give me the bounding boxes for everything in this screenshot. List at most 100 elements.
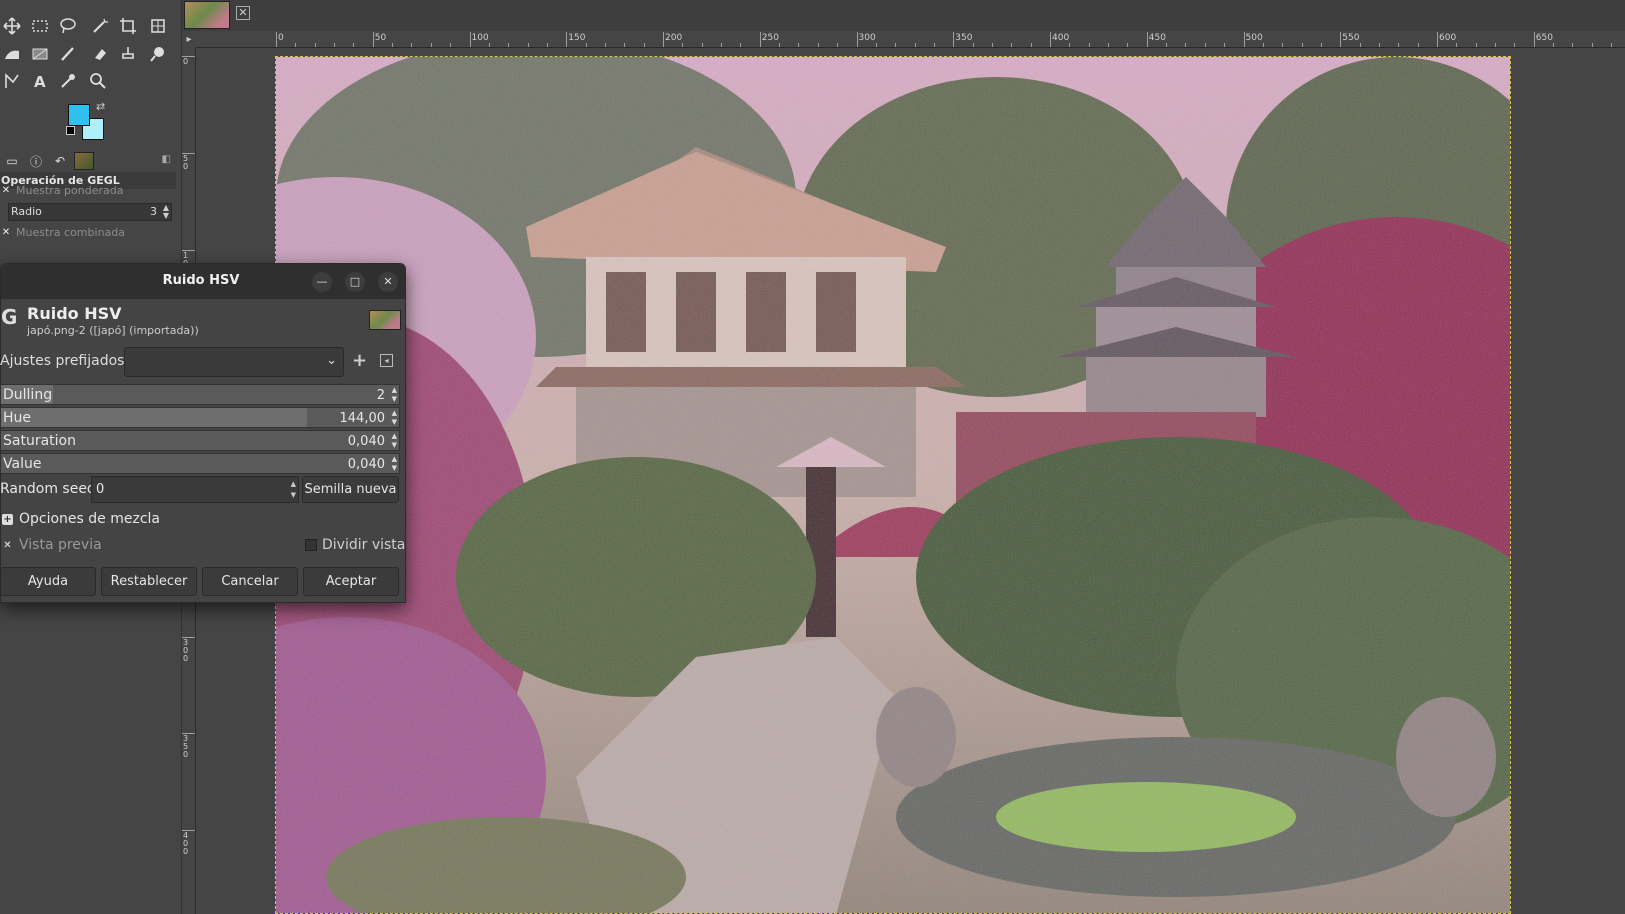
image-canvas[interactable] <box>275 56 1511 914</box>
split-view-toggle[interactable]: Dividir vista <box>305 537 405 553</box>
images-tab-icon[interactable] <box>74 152 94 170</box>
weighted-sample-label: Muestra ponderada <box>16 184 124 197</box>
spin-arrows-icon[interactable]: ▲ ▼ <box>392 455 397 473</box>
ruler-minor-tick <box>1108 43 1110 47</box>
crop-icon[interactable] <box>116 14 140 38</box>
gradient-icon[interactable] <box>28 42 52 66</box>
paths-icon[interactable] <box>0 69 24 93</box>
checkbox-icon[interactable]: ✕ <box>0 227 12 239</box>
ruler-minor-tick <box>604 43 606 47</box>
slider-label: Value <box>3 456 42 472</box>
ruler-label: 450 <box>1148 33 1166 43</box>
warp-icon[interactable] <box>0 42 24 66</box>
slider-fill <box>1 408 308 427</box>
weighted-sample-option[interactable]: ✕ Muestra ponderada <box>0 182 176 200</box>
default-colors-icon[interactable] <box>66 126 75 135</box>
cancel-button[interactable]: Cancelar <box>202 567 298 596</box>
close-icon[interactable]: ✕ <box>378 272 398 292</box>
blend-options-expander[interactable]: + Opciones de mezcla <box>2 511 160 527</box>
seed-label: Random seed <box>0 481 96 497</box>
ruler-tick <box>856 32 858 47</box>
combined-sample-option[interactable]: ✕ Muestra combinada <box>0 224 176 242</box>
preview-toggle[interactable]: ✕ Vista previa <box>2 537 101 553</box>
ruler-label: 0 <box>183 57 189 66</box>
reset-button[interactable]: Restablecer <box>101 567 197 596</box>
color-selector[interactable]: ⇄ <box>66 100 116 145</box>
expand-plus-icon: + <box>2 513 13 525</box>
spin-arrows-icon[interactable]: ▲ ▼ <box>291 479 296 501</box>
text-tool-icon[interactable]: A <box>28 69 52 93</box>
paintbrush-icon[interactable] <box>56 42 80 66</box>
ruler-minor-tick <box>1359 43 1361 47</box>
help-button[interactable]: Ayuda <box>0 567 96 596</box>
ruler-minor-tick <box>430 43 432 47</box>
spin-arrows-icon[interactable]: ▲ ▼ <box>392 409 397 427</box>
presets-dropdown[interactable]: ⌄ <box>124 347 344 377</box>
slider-value: 2 <box>376 388 385 403</box>
ruler-label: 400 <box>183 831 189 856</box>
radius-label: Radio <box>11 205 42 218</box>
rect-select-icon[interactable] <box>28 14 52 38</box>
ruler-label: 350 <box>183 734 189 760</box>
dialog-titlebar[interactable]: Ruido HSV — □ ✕ <box>1 264 405 299</box>
seed-input[interactable]: 0 ▲ ▼ <box>91 476 299 503</box>
preset-menu-icon[interactable]: ◂ <box>380 354 393 367</box>
undo-history-tab-icon[interactable]: ↶ <box>50 152 70 170</box>
checkbox-icon[interactable] <box>305 539 317 551</box>
saturation-slider[interactable]: Saturation 0,040 ▲ ▼ <box>0 430 400 451</box>
ruler-minor-tick <box>1320 43 1322 47</box>
ruler-label: 350 <box>955 33 973 43</box>
add-preset-icon[interactable]: + <box>352 350 367 371</box>
minimize-icon[interactable]: — <box>312 272 332 292</box>
swap-colors-icon[interactable]: ⇄ <box>96 100 105 113</box>
spin-arrows-icon[interactable]: ▲ ▼ <box>392 432 397 450</box>
value-slider[interactable]: Value 0,040 ▲ ▼ <box>0 453 400 474</box>
ruler-minor-tick <box>682 43 684 47</box>
dialog-header: G Ruido HSV japó.png-2 ([japó] (importad… <box>1 299 405 341</box>
image-tab-thumbnail[interactable] <box>184 1 230 29</box>
ruler-minor-tick <box>1282 43 1284 47</box>
lasso-icon[interactable] <box>56 14 80 38</box>
ruler-minor-tick <box>1456 43 1458 47</box>
maximize-icon[interactable]: □ <box>345 272 365 292</box>
dulling-slider[interactable]: Dulling 2 ▲ ▼ <box>0 384 400 405</box>
ruler-label: 250 <box>761 33 779 43</box>
spin-arrows-icon[interactable]: ▲ ▼ <box>163 204 169 220</box>
quick-mask-icon[interactable]: ▸ <box>182 32 196 48</box>
ok-button[interactable]: Aceptar <box>303 567 399 596</box>
dock-menu-icon[interactable]: ◧ <box>162 154 171 165</box>
device-status-tab-icon[interactable]: ⓘ <box>26 152 46 170</box>
close-image-icon[interactable]: ✕ <box>236 6 250 20</box>
ruler-minor-tick <box>334 43 336 47</box>
foreground-color[interactable] <box>68 104 90 126</box>
ruler-minor-tick <box>295 43 297 47</box>
ruler-minor-tick <box>972 43 974 47</box>
transform-icon[interactable] <box>146 14 170 38</box>
fuzzy-select-icon[interactable] <box>88 14 112 38</box>
new-seed-button[interactable]: Semilla nueva <box>302 476 399 503</box>
checkbox-icon[interactable]: ✕ <box>2 540 13 551</box>
ruler-label: 650 <box>1535 33 1553 43</box>
tool-options-tab-icon[interactable]: ▭ <box>2 152 22 170</box>
checkbox-icon[interactable]: ✕ <box>0 185 12 197</box>
ruler-horizontal[interactable]: 0 50 100 150 200 250 300 350 400 450 500 550 600 650 <box>196 32 1625 48</box>
dock-tabs: ▭ ⓘ ↶ <box>0 150 182 172</box>
eraser-icon[interactable] <box>88 42 112 66</box>
ruler-tick <box>566 32 568 47</box>
ruler-tick <box>276 32 277 47</box>
hue-slider[interactable]: Hue 144,00 ▲ ▼ <box>0 407 400 428</box>
zoom-icon[interactable] <box>86 69 110 93</box>
smudge-icon[interactable] <box>146 42 170 66</box>
ruler-minor-tick <box>914 43 916 47</box>
ruler-minor-tick <box>1475 43 1477 47</box>
move-tool-icon[interactable] <box>0 14 24 38</box>
ruler-minor-tick <box>1127 43 1129 47</box>
ruler-minor-tick <box>1514 43 1516 47</box>
color-picker-icon[interactable] <box>56 69 80 93</box>
ruler-minor-tick <box>314 43 316 47</box>
ruler-minor-tick <box>991 43 993 47</box>
clone-icon[interactable] <box>116 42 140 66</box>
spin-arrows-icon[interactable]: ▲ ▼ <box>392 386 397 404</box>
ruler-tick <box>1437 32 1438 47</box>
radius-spinner[interactable]: Radio 3 ▲ ▼ <box>8 203 172 221</box>
